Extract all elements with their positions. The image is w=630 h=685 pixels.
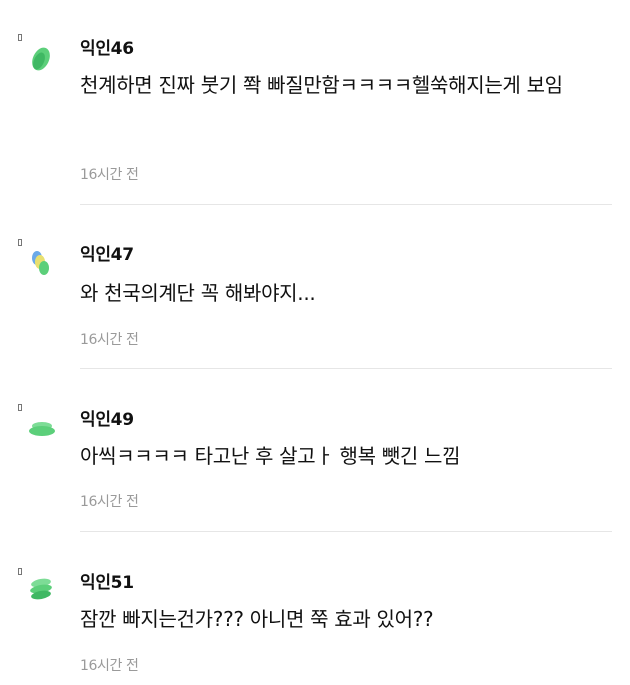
comment-nickname[interactable]: 익인49: [80, 405, 134, 430]
marker-icon: [18, 404, 22, 411]
comment-nickname[interactable]: 익인46: [80, 34, 134, 59]
divider: [80, 204, 612, 205]
comment-timestamp: 16시간 전: [80, 658, 139, 674]
comment-text: 천계하면 진짜 붓기 쫙 빠질만함ㅋㅋㅋㅋ헬쑥해지는게 보임: [80, 73, 563, 97]
comment-timestamp: 16시간 전: [80, 494, 139, 510]
blue-yellow-green-dots-icon: [32, 251, 49, 275]
marker-icon: [18, 239, 22, 246]
divider: [80, 368, 612, 369]
green-leaf-icon: [32, 47, 50, 71]
marker-icon: [18, 34, 22, 41]
comment-timestamp: 16시간 전: [80, 332, 139, 348]
comment-nickname[interactable]: 익인47: [80, 240, 134, 265]
divider: [80, 531, 612, 532]
green-stack-icon: [30, 578, 52, 600]
marker-icon: [18, 568, 22, 575]
comment-text: 와 천국의계단 꼭 해봐야지...: [80, 281, 316, 305]
comment-nickname[interactable]: 익인51: [80, 568, 134, 593]
comment-text: 아씩ㅋㅋㅋㅋ 타고난 후 살고ㅏ 행복 뺏긴 느낌: [80, 444, 461, 468]
green-disc-icon: [29, 422, 55, 436]
comment-text: 잠깐 빠지는건가??? 아니면 쭉 효과 있어??: [80, 607, 434, 631]
comment-timestamp: 16시간 전: [80, 167, 139, 183]
